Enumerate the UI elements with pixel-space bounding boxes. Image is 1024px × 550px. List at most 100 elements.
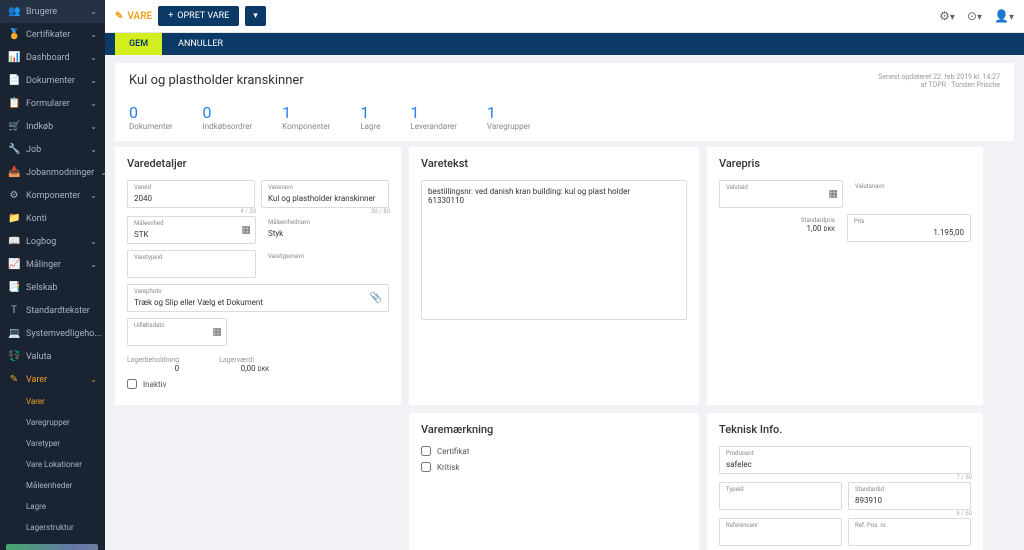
certifikat-checkbox[interactable] (421, 446, 431, 456)
page-title: Kul og plastholder kranskinner (129, 73, 304, 88)
sidebar-icon: 🛒 (8, 121, 20, 132)
chevron-down-icon: ⌄ (90, 53, 97, 62)
attachment-icon[interactable]: 📎 (370, 293, 382, 304)
stat-5[interactable]: 1Varegrupper (487, 103, 531, 131)
sidebar-sub-3[interactable]: Vare Lokationer (0, 454, 105, 475)
sidebar-item-13[interactable]: TStandardtekster (0, 299, 105, 322)
stat-3[interactable]: 1Lagre (360, 103, 380, 131)
sidebar: 👥Brugere⌄🏅Certifikater⌄📊Dashboard⌄📄Dokum… (0, 0, 105, 550)
lookup-icon[interactable]: ▦ (829, 189, 838, 200)
chevron-down-icon: ⌄ (90, 7, 97, 16)
stat-4[interactable]: 1Leverandører (410, 103, 457, 131)
varetypeid-field[interactable]: Varetypeid (127, 250, 256, 278)
stat-2[interactable]: 1Komponenter (282, 103, 330, 131)
sidebar-icon: 💻 (8, 328, 20, 339)
stat-1[interactable]: 0Indkøbsordrer (203, 103, 253, 131)
producent-field[interactable]: Producent 7 / 50 (719, 446, 971, 474)
gear-icon[interactable]: ⚙▾ (939, 9, 955, 23)
sidebar-item-10[interactable]: 📖Logbog⌄ (0, 230, 105, 253)
sidebar-item-8[interactable]: ⚙Komponenter⌄ (0, 184, 105, 207)
create-vare-dropdown[interactable]: ▾ (245, 6, 266, 26)
chevron-down-icon: ⌄ (90, 375, 97, 384)
sidebar-icon: 📄 (8, 75, 20, 86)
pris-field[interactable]: Pris (847, 214, 971, 242)
sidebar-item-9[interactable]: 📁Konti (0, 207, 105, 230)
sidebar-item-14[interactable]: 💻Systemvedligeho...⌄ (0, 322, 105, 345)
vare-label: VARE (115, 11, 152, 22)
typeid-field[interactable]: Typeid (719, 482, 842, 510)
panel-varepris: Varepris Valutaid ▦ Valutanavn (707, 147, 983, 405)
maleenhednavn-field: Måleenhednavn Styk (262, 216, 389, 244)
sidebar-item-0[interactable]: 👥Brugere⌄ (0, 0, 105, 23)
main: VARE + OPRET VARE ▾ ⚙▾ ⊙▾ 👤▾ GEM ANNULLE… (105, 0, 1024, 550)
sidebar-icon: 👥 (8, 6, 20, 17)
panel-varemaerkning: Varemærkning Certifikat Kritisk (409, 413, 699, 550)
sidebar-item-12[interactable]: 📑Selskab (0, 276, 105, 299)
sidebar-item-7[interactable]: 📥Jobanmodninger⌄ (0, 161, 105, 184)
sidebar-item-6[interactable]: 🔧Job⌄ (0, 138, 105, 161)
sidebar-item-16[interactable]: ✎Varer⌄ (0, 368, 105, 391)
sidebar-item-11[interactable]: 📈Målinger⌄ (0, 253, 105, 276)
varephoto-field[interactable]: Varephoto Træk og Slip eller Vælg et Dok… (127, 284, 389, 312)
sidebar-item-2[interactable]: 📊Dashboard⌄ (0, 46, 105, 69)
vareid-input[interactable] (134, 194, 248, 203)
panel-varetekst: Varetekst (409, 147, 699, 405)
sidebar-icon: 📥 (8, 167, 20, 178)
chevron-down-icon: ⌄ (90, 99, 97, 108)
varetekst-textarea[interactable] (421, 180, 687, 320)
chevron-down-icon: ⌄ (90, 237, 97, 246)
varenavn-input[interactable] (268, 194, 382, 203)
udlobsdato-field[interactable]: Udløbsdato ▦ (127, 318, 227, 346)
inaktiv-checkbox[interactable] (127, 379, 137, 389)
valutanavn-field: Valutanavn (849, 180, 971, 208)
sidebar-icon: ⚙ (8, 190, 20, 201)
sidebar-icon: 🔧 (8, 144, 20, 155)
sidebar-icon: 📑 (8, 282, 20, 293)
sidebar-item-3[interactable]: 📄Dokumenter⌄ (0, 69, 105, 92)
sidebar-sub-6[interactable]: Lagerstruktur (0, 517, 105, 538)
chevron-down-icon: ⌄ (90, 191, 97, 200)
lookup-icon[interactable]: ▦ (242, 225, 251, 236)
sidebar-item-4[interactable]: 📋Formularer⌄ (0, 92, 105, 115)
sidebar-sub-4[interactable]: Måleenheder (0, 475, 105, 496)
sidebar-icon: 🏅 (8, 29, 20, 40)
sidebar-item-5[interactable]: 🛒Indkøb⌄ (0, 115, 105, 138)
user-icon[interactable]: 👤▾ (994, 9, 1014, 23)
panel-teknisk: Teknisk Info. Producent 7 / 50 Typeid (707, 413, 983, 550)
stat-0[interactable]: 0Dokumenter (129, 103, 173, 131)
sidebar-icon: 📈 (8, 259, 20, 270)
chevron-down-icon: ⌄ (90, 122, 97, 131)
sidebar-item-1[interactable]: 🏅Certifikater⌄ (0, 23, 105, 46)
tab-gem[interactable]: GEM (115, 33, 162, 55)
vareid-field[interactable]: Vareid 4 / 20 (127, 180, 255, 208)
sidebar-icon: 📁 (8, 213, 20, 224)
sidebar-sub-5[interactable]: Lagre (0, 496, 105, 517)
standardpris-field: Standardpris 1,00 DKK (719, 214, 841, 242)
varetypenavn-field: Varetypenavn (262, 250, 389, 278)
panel-varedetaljer: Varedetaljer Vareid 4 / 20 Varenavn 30 /… (115, 147, 401, 405)
sidebar-sub-1[interactable]: Varegrupper (0, 412, 105, 433)
sidebar-sub-2[interactable]: Varetyper (0, 433, 105, 454)
maleenhed-field[interactable]: Måleenhed ▦ (127, 216, 256, 244)
varenavn-field[interactable]: Varenavn 30 / 80 (261, 180, 389, 208)
referencenr-field[interactable]: Referencenr (719, 518, 842, 546)
create-vare-button[interactable]: + OPRET VARE (158, 6, 239, 26)
tabbar: GEM ANNULLER (105, 33, 1024, 55)
sidebar-item-15[interactable]: 💱Valuta (0, 345, 105, 368)
sidebar-sub-0[interactable]: Varer (0, 391, 105, 412)
chevron-down-icon: ⌄ (90, 30, 97, 39)
chevron-down-icon: ⌄ (90, 76, 97, 85)
refposnr-field[interactable]: Ref. Pos. nr. (848, 518, 971, 546)
calendar-icon[interactable]: ▦ (213, 327, 222, 338)
tab-annuller[interactable]: ANNULLER (164, 33, 237, 55)
valutaid-field[interactable]: Valutaid ▦ (719, 180, 843, 208)
header-panel: Kul og plastholder kranskinner Senest op… (115, 63, 1014, 141)
page-meta: Senest opdateret 22. feb 2019 kl. 14:27 … (878, 73, 1000, 89)
standardid-field[interactable]: Standardid 6 / 50 (848, 482, 971, 510)
chevron-down-icon: ⌄ (90, 260, 97, 269)
kritisk-checkbox[interactable] (421, 462, 431, 472)
sidebar-icon: 📊 (8, 52, 20, 63)
sidebar-icon: ✎ (8, 374, 20, 385)
help-icon[interactable]: ⊙▾ (967, 9, 982, 23)
sidebar-icon: T (8, 305, 20, 316)
